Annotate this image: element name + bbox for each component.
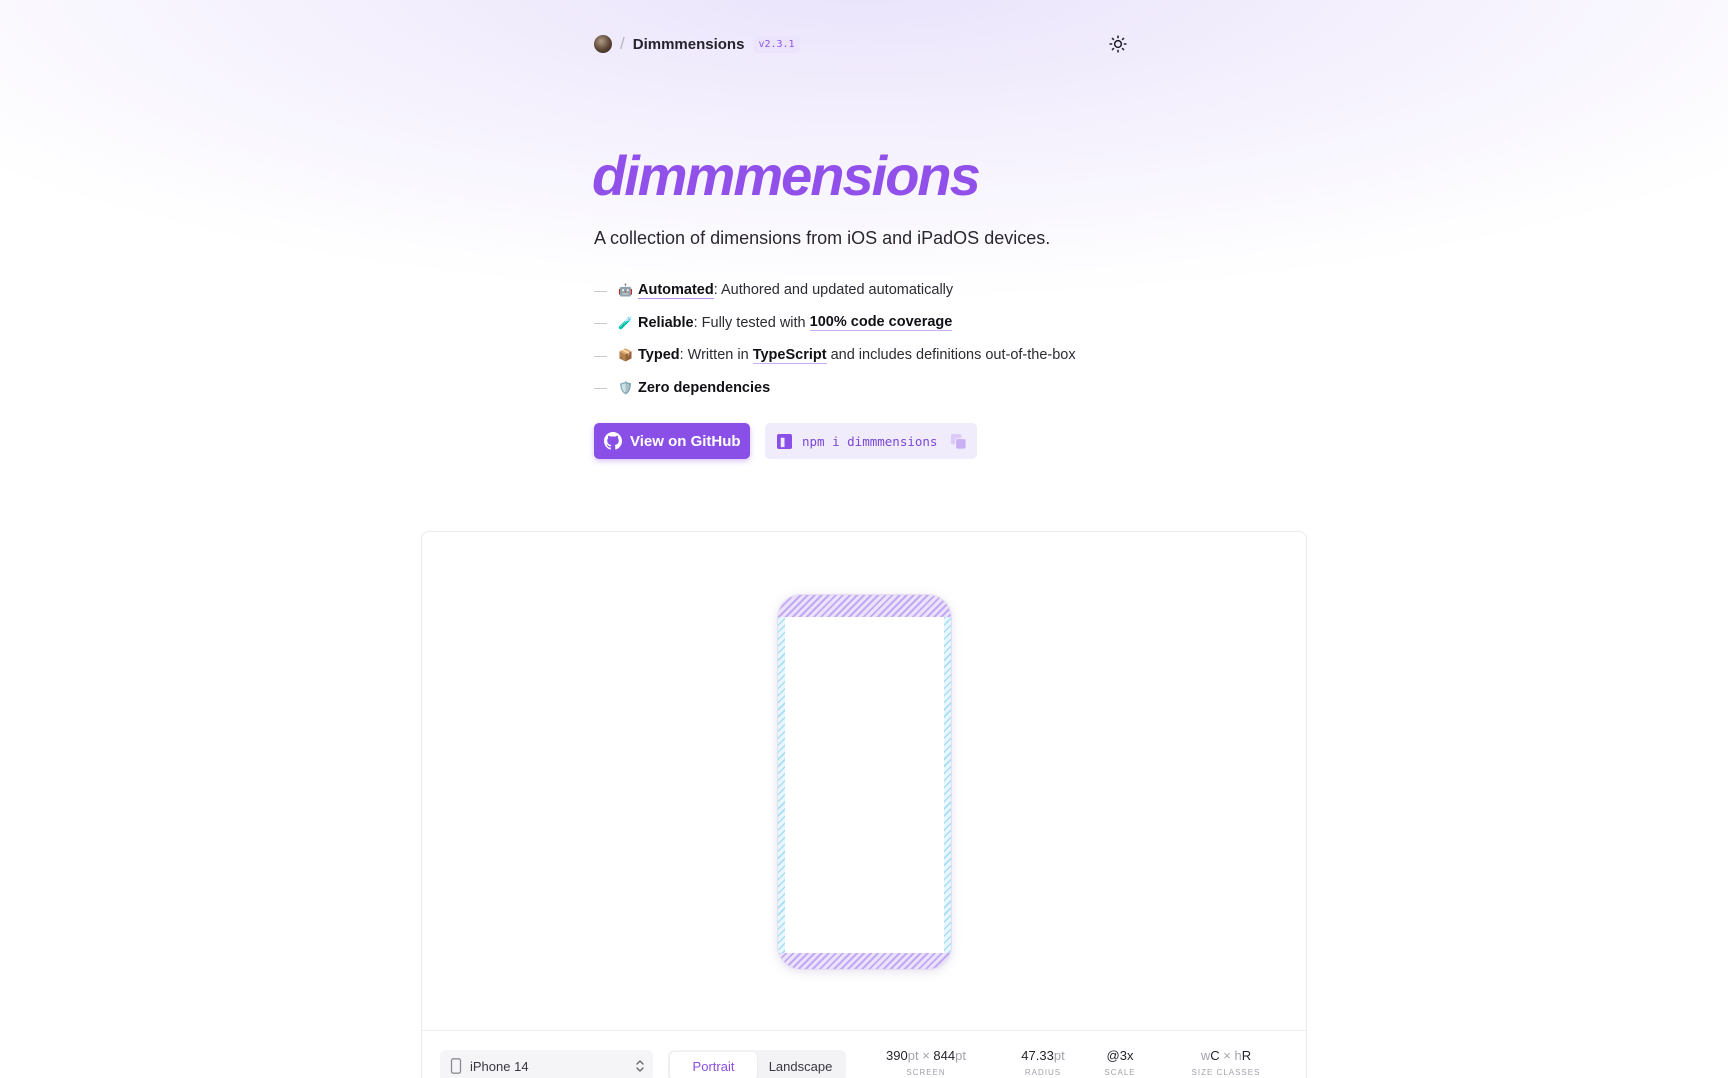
package-icon: 📦: [618, 348, 633, 363]
radius-stat: 47.33pt RADIUS: [1003, 1048, 1083, 1077]
scale-stat: @3x SCALE: [1100, 1048, 1140, 1077]
feature-text: : Fully tested with: [693, 314, 810, 331]
npm-install-box: npm i dimmmensions: [765, 423, 977, 459]
feature-name: Typed: [638, 347, 680, 364]
page-title: dimmmensions: [592, 144, 981, 207]
screen-stat: 390pt × 844pt SCREEN: [876, 1048, 976, 1077]
breadcrumb-separator: /: [620, 34, 625, 53]
safe-area-top: [778, 595, 951, 617]
list-dash: —: [594, 282, 607, 298]
screen-value: 390pt × 844pt: [886, 1048, 966, 1063]
typescript-link[interactable]: TypeScript: [752, 347, 827, 364]
radius-value: 47.33pt: [1021, 1048, 1065, 1063]
version-badge: v2.3.1: [753, 35, 800, 53]
feature-name: Reliable: [638, 314, 694, 331]
radius-label: RADIUS: [1024, 1068, 1062, 1077]
avatar[interactable]: [594, 35, 612, 53]
copy-button[interactable]: [950, 433, 967, 450]
chevron-updown-icon: [635, 1059, 645, 1073]
copy-icon: [950, 433, 967, 450]
safe-area-left: [778, 617, 785, 953]
feature-text: : Written in: [679, 347, 753, 364]
sun-icon: [1109, 35, 1127, 53]
device-preview: [777, 594, 952, 970]
test-tube-icon: 🧪: [618, 315, 633, 330]
npm-command[interactable]: npm i dimmmensions: [802, 434, 937, 449]
robot-icon: 🤖: [618, 283, 633, 298]
code-coverage-link[interactable]: 100% code coverage: [809, 314, 953, 332]
shield-icon: 🛡️: [618, 380, 633, 395]
feature-name: Zero dependencies: [638, 379, 771, 396]
safe-area-right: [944, 617, 951, 953]
feature-item-zero-deps: — 🛡️ Zero dependencies: [594, 372, 1076, 405]
top-bar: / Dimmmensions v2.3.1: [594, 30, 1130, 58]
size-classes-value: wC × hR: [1200, 1048, 1252, 1063]
device-select-value: iPhone 14: [470, 1058, 529, 1074]
card-divider: [421, 1030, 1307, 1031]
feature-list: — 🤖 Automated : Authored and updated aut…: [594, 274, 1076, 404]
brand-name[interactable]: Dimmmensions: [633, 36, 745, 53]
github-button-label: View on GitHub: [630, 432, 741, 450]
device-select[interactable]: iPhone 14: [440, 1050, 653, 1078]
feature-item-typed: — 📦 Typed : Written in TypeScript and in…: [594, 339, 1076, 372]
feature-name[interactable]: Automated: [638, 282, 714, 299]
scale-value: @3x: [1106, 1048, 1134, 1063]
size-classes-stat: wC × hR SIZE CLASSES: [1180, 1048, 1272, 1077]
safe-area-bottom: [778, 953, 951, 969]
list-dash: —: [594, 315, 607, 331]
github-icon: [604, 432, 622, 450]
page-subtitle: A collection of dimensions from iOS and …: [594, 228, 1051, 248]
orientation-toggle: Portrait Landscape: [668, 1050, 846, 1078]
size-classes-label: SIZE CLASSES: [1191, 1068, 1261, 1077]
list-dash: —: [594, 380, 607, 396]
screen-label: SCREEN: [906, 1068, 946, 1077]
feature-item-reliable: — 🧪 Reliable : Fully tested with 100% co…: [594, 307, 1076, 340]
list-dash: —: [594, 347, 607, 363]
feature-item-automated: — 🤖 Automated : Authored and updated aut…: [594, 274, 1076, 307]
feature-text: and includes definitions out-of-the-box: [826, 347, 1076, 364]
tab-landscape[interactable]: Landscape: [757, 1052, 844, 1078]
scale-label: SCALE: [1104, 1068, 1136, 1077]
phone-icon: [450, 1058, 462, 1074]
view-on-github-button[interactable]: View on GitHub: [594, 423, 750, 459]
npm-icon: [777, 433, 792, 449]
theme-toggle-button[interactable]: [1106, 32, 1130, 56]
tab-portrait[interactable]: Portrait: [670, 1052, 757, 1078]
feature-text: : Authored and updated automatically: [713, 282, 954, 299]
